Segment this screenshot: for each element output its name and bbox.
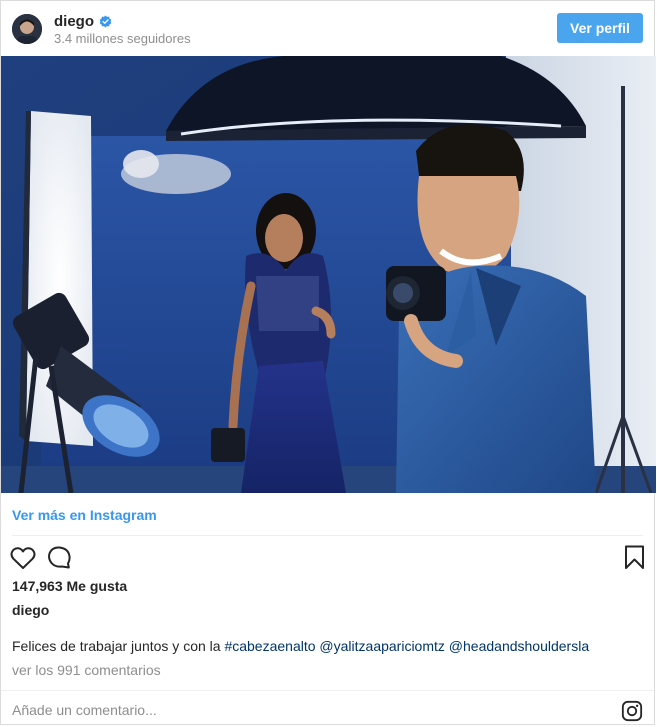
comment-icon[interactable] bbox=[47, 545, 71, 569]
instagram-logo-icon[interactable] bbox=[621, 700, 643, 722]
view-comments-link[interactable]: ver los 991 comentarios bbox=[12, 662, 161, 678]
heart-icon[interactable] bbox=[10, 546, 36, 570]
divider bbox=[12, 535, 643, 536]
caption-text: Felices de trabajar juntos y con la bbox=[12, 638, 225, 654]
divider bbox=[1, 690, 654, 691]
avatar-image bbox=[12, 14, 42, 44]
comment-input[interactable] bbox=[12, 699, 592, 721]
like-count[interactable]: 147,963 Me gusta bbox=[12, 578, 127, 594]
view-profile-button[interactable]: Ver perfil bbox=[557, 13, 643, 43]
mention-link-yalitza[interactable]: @yalitzaapariciomtz bbox=[319, 638, 444, 654]
username[interactable]: diego bbox=[54, 13, 94, 30]
post-header: diego 3.4 millones seguidores Ver perfil bbox=[1, 1, 654, 56]
photo-image bbox=[1, 56, 656, 493]
bookmark-icon[interactable] bbox=[624, 545, 645, 570]
caption-username[interactable]: diego bbox=[12, 602, 49, 618]
avatar[interactable] bbox=[12, 14, 42, 44]
post-caption: Felices de trabajar juntos y con la #cab… bbox=[12, 638, 589, 654]
username-row: diego bbox=[54, 13, 112, 30]
instagram-embed: diego 3.4 millones seguidores Ver perfil bbox=[0, 0, 656, 725]
hashtag-link[interactable]: #cabezaenalto bbox=[224, 638, 315, 654]
follower-count: 3.4 millones seguidores bbox=[54, 31, 191, 46]
mention-link-headandshoulders[interactable]: @headandshouldersla bbox=[449, 638, 589, 654]
post-photo[interactable] bbox=[1, 56, 656, 493]
verified-badge-icon bbox=[99, 15, 112, 28]
view-more-on-instagram-link[interactable]: Ver más en Instagram bbox=[12, 507, 157, 523]
